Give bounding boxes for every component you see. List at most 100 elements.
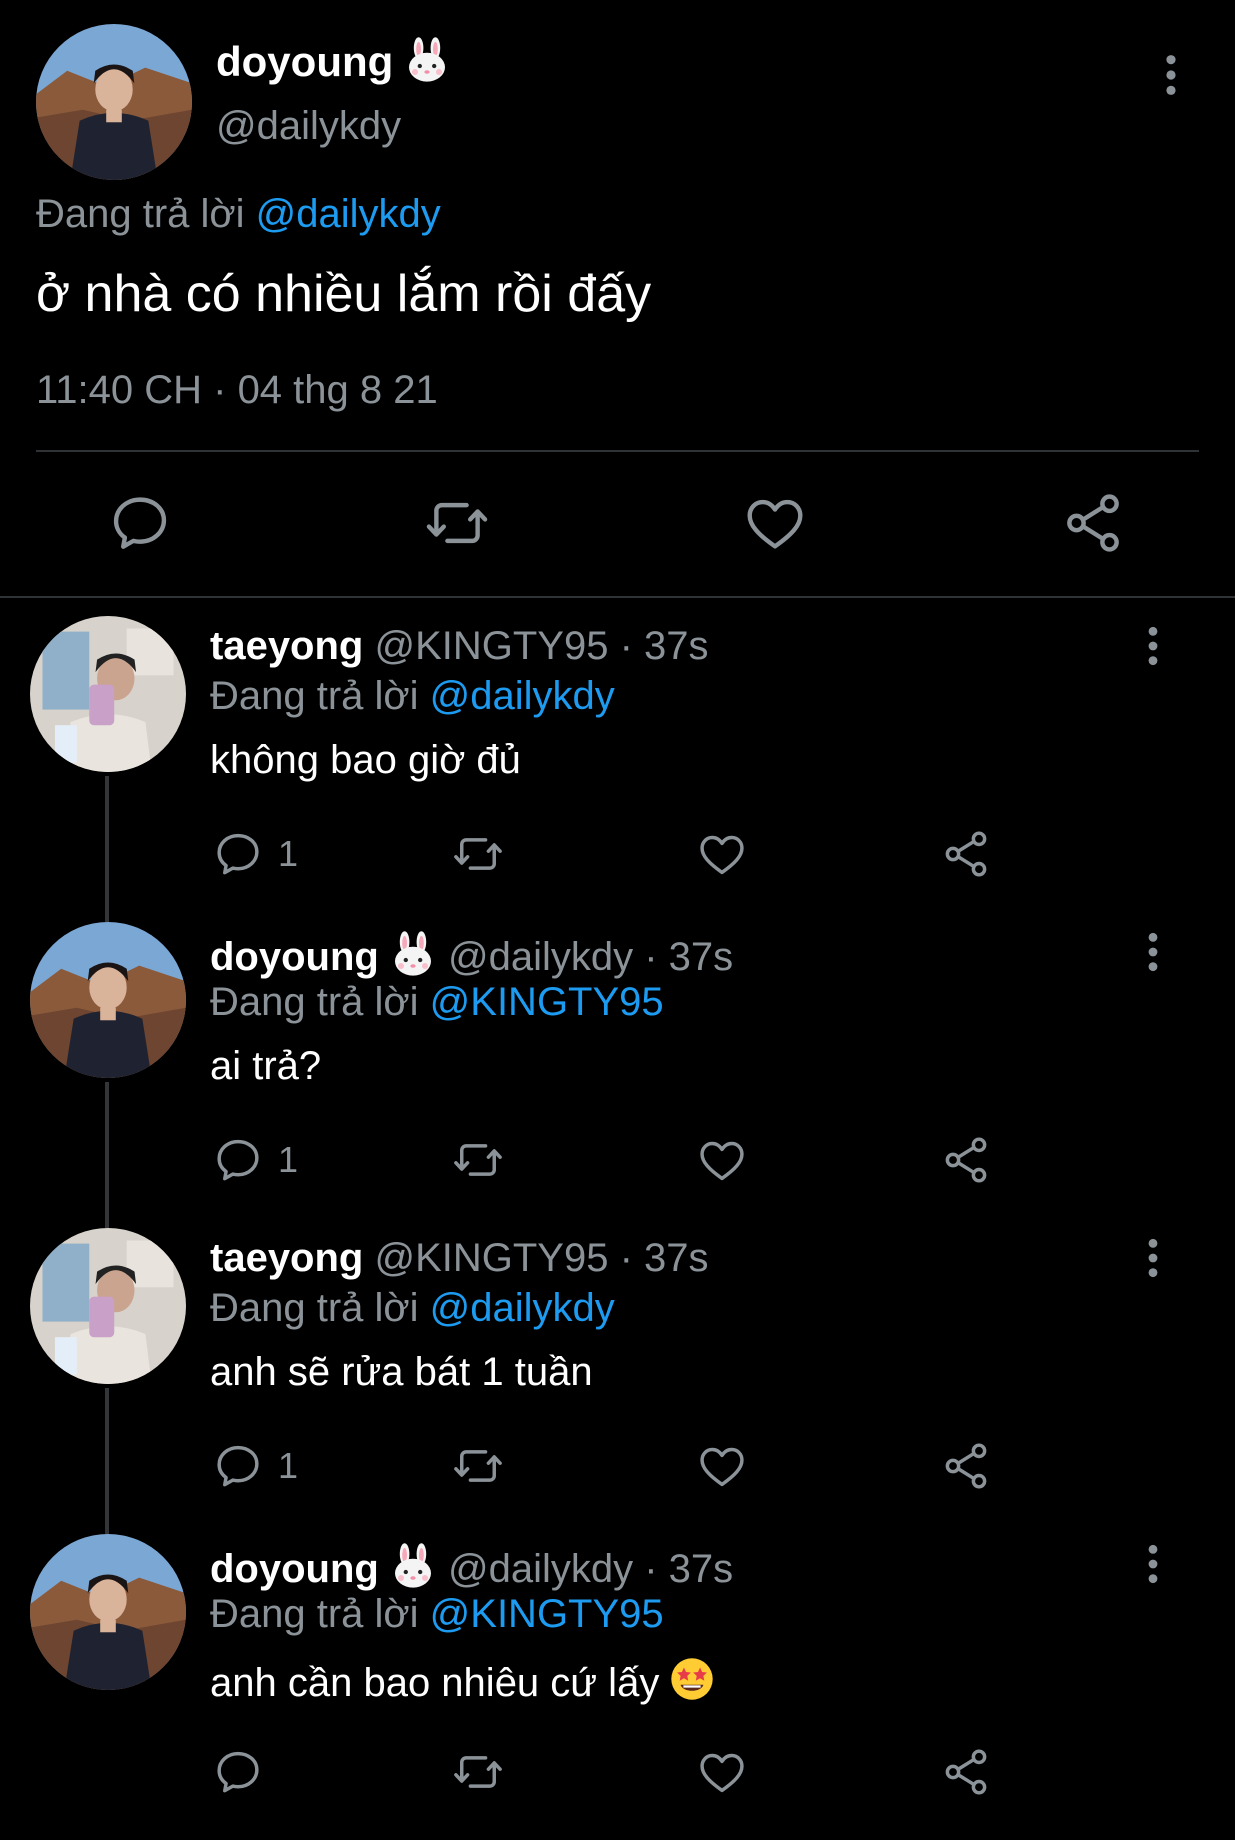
retweet-icon (452, 1746, 504, 1798)
mention-link[interactable]: @KINGTY95 (430, 980, 664, 1024)
like-button[interactable] (696, 828, 748, 880)
reply-header: taeyong @KINGTY95 · 37s (210, 1236, 709, 1281)
avatar[interactable] (30, 1228, 186, 1384)
more-icon[interactable] (1156, 52, 1186, 98)
like-button[interactable] (696, 1746, 748, 1798)
avatar[interactable] (36, 24, 192, 180)
avatar[interactable] (30, 1534, 186, 1690)
display-name[interactable]: taeyong (210, 624, 363, 668)
like-button[interactable] (742, 490, 808, 556)
tweet-text: không bao giờ đủ (210, 738, 521, 782)
retweet-button[interactable] (452, 1746, 504, 1798)
avatar-image (30, 616, 186, 772)
mention-link[interactable]: @KINGTY95 (430, 1592, 664, 1636)
display-name[interactable]: doyoung (210, 935, 379, 979)
share-button[interactable] (940, 1746, 992, 1798)
avatar-image (30, 1228, 186, 1384)
replying-prefix: Đang trả lời (210, 980, 430, 1024)
retweet-button[interactable] (452, 828, 504, 880)
reply-tweet[interactable]: taeyong @KINGTY95 · 37s Đang trả lời @da… (0, 1228, 1235, 1534)
mention-link[interactable]: @dailykdy (256, 192, 441, 236)
share-button[interactable] (940, 1134, 992, 1186)
thread-line (105, 1388, 109, 1534)
reply-count: 1 (278, 1139, 299, 1180)
share-icon (940, 1746, 992, 1798)
reply-button[interactable] (212, 1746, 278, 1798)
more-icon[interactable] (1138, 1542, 1168, 1586)
tweet-text: anh sẽ rửa bát 1 tuần (210, 1350, 593, 1394)
reply-tweet[interactable]: doyoung @dailykdy · 37s Đang trả lời @KI… (0, 922, 1235, 1228)
like-icon (696, 1134, 748, 1186)
reply-tweet[interactable]: doyoung @dailykdy · 37s Đang trả lời @KI… (0, 1534, 1235, 1840)
avatar-image (30, 922, 186, 1078)
reply-icon (107, 490, 173, 556)
display-name[interactable]: taeyong (210, 1236, 363, 1280)
reply-tweet[interactable]: taeyong @KINGTY95 · 37s Đang trả lời @da… (0, 616, 1235, 922)
share-button[interactable] (940, 1440, 992, 1492)
replying-to: Đang trả lời @KINGTY95 (210, 1592, 664, 1637)
handle-time: @KINGTY95 · 37s (363, 1236, 709, 1280)
replying-prefix: Đang trả lời (210, 1286, 430, 1330)
avatar-image (36, 24, 192, 180)
like-icon (696, 828, 748, 880)
star-struck-emoji (669, 1656, 715, 1702)
avatar[interactable] (30, 616, 186, 772)
like-icon (696, 1746, 748, 1798)
more-icon[interactable] (1138, 930, 1168, 974)
mention-link[interactable]: @dailykdy (430, 1286, 615, 1330)
reply-button[interactable] (107, 490, 173, 556)
display-name[interactable]: doyoung (216, 36, 451, 86)
like-button[interactable] (696, 1440, 748, 1492)
share-icon (940, 1440, 992, 1492)
more-icon[interactable] (1138, 1236, 1168, 1280)
like-icon (696, 1440, 748, 1492)
tweet-text: ai trả? (210, 1044, 322, 1088)
avatar[interactable] (30, 922, 186, 1078)
share-icon (940, 1134, 992, 1186)
share-icon (940, 828, 992, 880)
replying-prefix: Đang trả lời (210, 674, 430, 718)
main-tweet: doyoung @dailykdy Đang trả lời @dailykdy… (0, 0, 1235, 598)
reply-count: 1 (278, 1445, 299, 1486)
username[interactable]: @dailykdy (216, 104, 401, 149)
retweet-icon (452, 828, 504, 880)
reply-icon (212, 1746, 264, 1798)
handle-time: @dailykdy · 37s (436, 935, 734, 979)
replying-to: Đang trả lời @KINGTY95 (210, 980, 664, 1025)
share-icon (1060, 490, 1126, 556)
share-button[interactable] (940, 828, 992, 880)
handle-time: @KINGTY95 · 37s (363, 624, 709, 668)
like-button[interactable] (696, 1134, 748, 1186)
divider (36, 450, 1199, 452)
more-icon[interactable] (1138, 624, 1168, 668)
bunny-emoji (389, 930, 437, 978)
reply-icon (212, 1134, 264, 1186)
retweet-icon (452, 1440, 504, 1492)
replying-prefix: Đang trả lời (210, 1592, 430, 1636)
tweet-text: anh cần bao nhiêu cứ lấy (210, 1656, 715, 1706)
timestamp[interactable]: 11:40 CH · 04 thg 8 21 (36, 368, 438, 413)
retweet-button[interactable] (452, 1134, 504, 1186)
reply-count: 1 (278, 833, 299, 874)
reply-icon (212, 1440, 264, 1492)
reply-button[interactable]: 1 (212, 828, 298, 880)
reply-button[interactable]: 1 (212, 1134, 298, 1186)
retweet-button[interactable] (424, 490, 490, 556)
replying-to: Đang trả lời @dailykdy (210, 674, 615, 719)
share-button[interactable] (1060, 490, 1126, 556)
display-name[interactable]: doyoung (210, 1547, 379, 1591)
retweet-icon (424, 490, 490, 556)
reply-icon (212, 828, 264, 880)
thread-line (105, 776, 109, 922)
display-name-text: doyoung (216, 38, 394, 85)
reply-header: taeyong @KINGTY95 · 37s (210, 624, 709, 669)
bunny-emoji (403, 36, 451, 84)
retweet-button[interactable] (452, 1440, 504, 1492)
replying-prefix: Đang trả lời (36, 192, 256, 236)
mention-link[interactable]: @dailykdy (430, 674, 615, 718)
reply-button[interactable]: 1 (212, 1440, 298, 1492)
thread-line (105, 1082, 109, 1228)
replying-to: Đang trả lời @dailykdy (36, 192, 441, 237)
replying-to: Đang trả lời @dailykdy (210, 1286, 615, 1331)
like-icon (742, 490, 808, 556)
